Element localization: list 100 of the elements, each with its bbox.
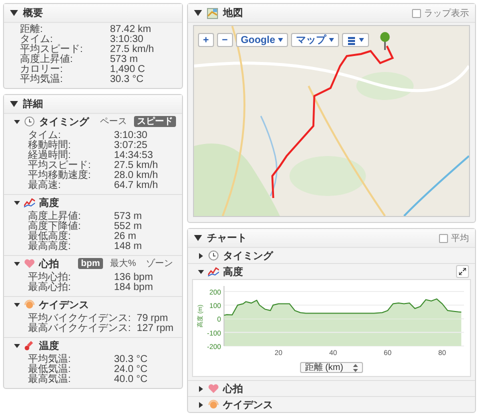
caret-icon[interactable] — [198, 402, 204, 408]
caret-icon[interactable] — [10, 9, 18, 17]
checkbox[interactable]: 平均 — [439, 232, 469, 244]
field-value: 552 m — [114, 222, 143, 232]
map-source-dropdown[interactable]: Google — [236, 33, 288, 47]
field-value: 573 m — [110, 55, 139, 65]
field-value: 79 rpm — [136, 314, 169, 324]
caret-icon — [359, 38, 364, 42]
field-value: 148 m — [114, 242, 143, 252]
field-value: 127 rpm — [136, 324, 174, 334]
sun-icon — [24, 299, 35, 310]
field-label: 最低高度: — [28, 232, 72, 242]
field-label: 最高気温: — [28, 375, 72, 385]
caret-icon[interactable] — [198, 252, 204, 258]
field-label: カロリー: — [20, 65, 64, 75]
field-label: 平均移動速度: — [28, 171, 92, 181]
panel-title: チャート — [207, 232, 247, 245]
panel-title: 概要 — [23, 6, 43, 20]
section-title: タイミング — [223, 250, 273, 262]
field-value: 136 bpm — [114, 273, 154, 283]
heart-icon — [208, 383, 219, 394]
field-label: 最高速: — [28, 181, 62, 191]
section-title: タイミング — [39, 116, 89, 128]
clock-icon — [208, 250, 219, 261]
caret-icon — [329, 38, 334, 42]
field-value: 64.7 km/h — [114, 181, 159, 191]
caret-icon[interactable] — [14, 260, 20, 266]
zoom-out-button[interactable]: − — [216, 33, 233, 47]
field-value: 14:34:53 — [114, 151, 153, 161]
field-label: 高度上昇値: — [28, 212, 82, 222]
field-label: タイム: — [20, 35, 53, 45]
field-label: 最高バイクケイデンス: — [28, 324, 131, 334]
toggle-button[interactable]: 最大% — [106, 258, 139, 269]
toggle-button[interactable]: スピード — [134, 116, 176, 127]
field-value: 3:10:30 — [114, 131, 148, 141]
caret-icon[interactable] — [194, 234, 202, 242]
section-title: 心拍 — [39, 257, 59, 270]
field-value: 3:07:25 — [114, 141, 148, 151]
caret-icon[interactable] — [14, 302, 20, 308]
caret-icon — [278, 38, 284, 42]
field-label: 高度下降値: — [28, 222, 82, 232]
caret-icon[interactable] — [14, 118, 20, 124]
expand-button[interactable] — [456, 265, 469, 278]
field-label: 移動時間: — [28, 141, 72, 151]
section-title: 高度 — [223, 265, 243, 278]
layers-dropdown[interactable] — [342, 33, 370, 47]
section-title: 心拍 — [223, 382, 243, 396]
panel-title: 詳細 — [23, 98, 43, 111]
field-label: 平均気温: — [28, 355, 72, 365]
field-label: タイム: — [28, 131, 61, 141]
field-value: 24.0 °C — [114, 365, 148, 375]
field-label: 平均バイクケイデンス: — [28, 314, 131, 324]
caret-icon[interactable] — [14, 342, 20, 348]
toggle-button[interactable]: bpm — [78, 258, 103, 269]
heart-icon — [24, 258, 35, 269]
field-label: 最高心拍: — [28, 283, 72, 293]
field-value: 573 m — [114, 212, 143, 222]
field-value: 27.5 km/h — [114, 161, 159, 171]
thermometer-icon — [24, 340, 35, 351]
map-type-dropdown[interactable]: マップ — [291, 33, 340, 47]
caret-icon[interactable] — [194, 9, 202, 17]
field-label: 高度上昇値: — [20, 55, 74, 65]
layers-icon — [347, 36, 356, 44]
sun-icon — [208, 399, 219, 410]
field-value: 1,490 C — [110, 65, 146, 75]
field-label: 経過時間: — [28, 151, 72, 161]
field-value: 27.5 km/h — [110, 45, 155, 55]
field-value: 184 bpm — [114, 283, 154, 293]
axis-dropdown[interactable]: 距離 (km) — [300, 362, 364, 373]
section-title: 高度 — [39, 196, 59, 210]
field-value: 30.3 °C — [110, 75, 144, 85]
caret-icon[interactable] — [10, 100, 18, 108]
checkbox[interactable]: ラップ表示 — [412, 6, 469, 20]
caret-icon[interactable] — [198, 386, 204, 392]
graph-icon — [208, 266, 219, 277]
map-icon — [207, 8, 218, 18]
toggle-button[interactable]: ゾーン — [143, 258, 176, 269]
field-label: 最高高度: — [28, 242, 72, 252]
field-label: 平均スピード: — [20, 45, 84, 55]
panel-title: 地図 — [223, 6, 243, 20]
field-label: 距離: — [20, 25, 44, 35]
field-value: 40.0 °C — [114, 375, 148, 385]
graph-icon — [24, 197, 35, 208]
field-value: 87.42 km — [110, 25, 152, 35]
field-label: 平均スピード: — [28, 161, 92, 171]
field-value: 26 m — [114, 232, 138, 242]
section-title: ケイデンス — [223, 398, 273, 412]
updown-icon — [353, 364, 358, 372]
caret-icon[interactable] — [198, 268, 204, 274]
field-value: 30.3 °C — [114, 355, 148, 365]
section-title: 温度 — [39, 339, 59, 352]
field-label: 平均気温: — [20, 75, 64, 85]
expand-icon — [459, 268, 466, 275]
zoom-in-button[interactable]: + — [198, 33, 214, 47]
toggle-button[interactable]: ペース — [97, 116, 130, 127]
clock-icon — [24, 116, 35, 127]
caret-icon[interactable] — [14, 200, 20, 206]
field-label: 平均心拍: — [28, 273, 72, 283]
field-label: 最低気温: — [28, 365, 72, 375]
section-title: ケイデンス — [39, 298, 89, 312]
